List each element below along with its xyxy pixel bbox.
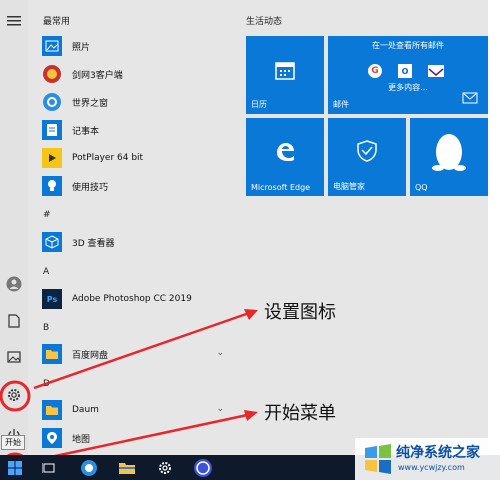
app-theworld[interactable]: 世界之窗 [42, 90, 228, 114]
user-account-icon[interactable] [0, 269, 28, 299]
app-jx3[interactable]: 剑网3客户端 [42, 62, 228, 86]
app-maps[interactable]: 地图 [42, 426, 228, 450]
app-list: 最常用 照片 剑网3客户端 世界之窗 记事本 PotPlayer 64 bit … [28, 0, 230, 455]
qq-tile[interactable]: QQ [410, 118, 488, 196]
tile-label: Microsoft Edge [251, 183, 311, 192]
hamburger-menu-icon[interactable] [0, 6, 28, 36]
settings-gear-icon[interactable] [150, 455, 180, 480]
app-label: 记事本 [72, 126, 100, 137]
mail-icon [462, 89, 478, 108]
section-letter-d[interactable]: D [43, 379, 50, 389]
tile-label: QQ [415, 183, 428, 192]
app-label: Daum [72, 405, 99, 415]
shield-icon [357, 140, 377, 166]
settings-gear-icon[interactable] [0, 380, 28, 410]
tips-icon [42, 176, 62, 196]
app-label: PotPlayer 64 bit [72, 153, 144, 163]
folder-icon [42, 344, 62, 364]
start-tooltip: 开始 [1, 435, 25, 450]
tile-label: 日历 [251, 100, 267, 109]
pc-manager-tile[interactable]: 电脑管家 [328, 118, 406, 196]
documents-icon[interactable] [0, 306, 28, 336]
app-tips[interactable]: 使用技巧 [42, 174, 228, 198]
outlook-icon: O [398, 64, 412, 78]
tile-label: 邮件 [333, 100, 349, 109]
edge-icon [273, 140, 297, 168]
app-label: Adobe Photoshop CC 2019 [72, 294, 192, 304]
photos-icon [42, 36, 62, 56]
section-letter-hash[interactable]: # [43, 210, 51, 220]
watermark-logo-icon [363, 444, 393, 478]
3d-viewer-icon [42, 232, 62, 252]
task-view-icon[interactable] [34, 455, 64, 480]
edge-tile[interactable]: Microsoft Edge [246, 118, 324, 196]
mail-tile[interactable]: 在一处查看所有邮件 G O 更多内容... 邮件 [328, 36, 488, 114]
app-label: 世界之窗 [72, 98, 109, 109]
annotation-start-label: 开始菜单 [264, 403, 336, 424]
browser-icon[interactable] [74, 455, 104, 480]
google-icon: G [368, 64, 382, 78]
chevron-down-icon[interactable]: ⌄ [216, 404, 224, 414]
watermark-title: 纯净系统之家 [396, 445, 480, 461]
qq-penguin-icon [432, 130, 466, 178]
chevron-down-icon[interactable]: ⌄ [216, 348, 224, 358]
folder-icon [42, 400, 62, 420]
jx3-icon [42, 64, 62, 84]
start-rail [0, 0, 28, 455]
file-explorer-icon[interactable] [112, 455, 142, 480]
mail-tile-header: 在一处查看所有邮件 [372, 41, 444, 50]
start-menu: 最常用 照片 剑网3客户端 世界之窗 记事本 PotPlayer 64 bit … [0, 0, 488, 455]
app-label: 使用技巧 [72, 182, 109, 193]
yahoo-mail-icon [428, 65, 444, 77]
app-potplayer[interactable]: PotPlayer 64 bit [42, 146, 228, 170]
pictures-icon[interactable] [0, 342, 28, 372]
photoshop-icon: Ps [42, 289, 62, 309]
app-label: 3D 查看器 [72, 238, 115, 249]
section-letter-a[interactable]: A [43, 267, 49, 277]
calendar-icon [275, 60, 295, 84]
app-photoshop[interactable]: Ps Adobe Photoshop CC 2019 [42, 287, 228, 311]
app-label: 照片 [72, 42, 91, 53]
app-daum-folder[interactable]: Daum ⌄ [42, 398, 228, 422]
watermark-url: www.ycwjzy.com [398, 463, 465, 472]
app-label: 百度网盘 [72, 350, 109, 361]
maps-icon [42, 428, 62, 448]
app-label: 剑网3客户端 [72, 70, 123, 81]
calendar-tile[interactable]: 日历 [246, 36, 324, 114]
notepad-icon [42, 120, 62, 140]
app-3d-viewer[interactable]: 3D 查看器 [42, 230, 228, 254]
section-most-used: 最常用 [43, 17, 71, 27]
app-photos[interactable]: 照片 [42, 34, 228, 58]
theworld-browser-icon [42, 92, 62, 112]
windows-logo-icon [8, 460, 22, 475]
app-label: 地图 [72, 434, 91, 445]
potplayer-icon [42, 148, 62, 168]
start-button[interactable] [0, 455, 30, 480]
tiles-group-header[interactable]: 生活动态 [246, 14, 282, 27]
watermark: 纯净系统之家 www.ycwjzy.com [355, 438, 500, 480]
baidu-browser-icon[interactable] [188, 455, 218, 480]
annotation-settings-label: 设置图标 [264, 302, 336, 323]
app-baidu-netdisk-folder[interactable]: 百度网盘 ⌄ [42, 342, 228, 366]
app-notepad[interactable]: 记事本 [42, 118, 228, 142]
tile-label: 电脑管家 [333, 182, 365, 191]
section-letter-b[interactable]: B [43, 323, 49, 333]
